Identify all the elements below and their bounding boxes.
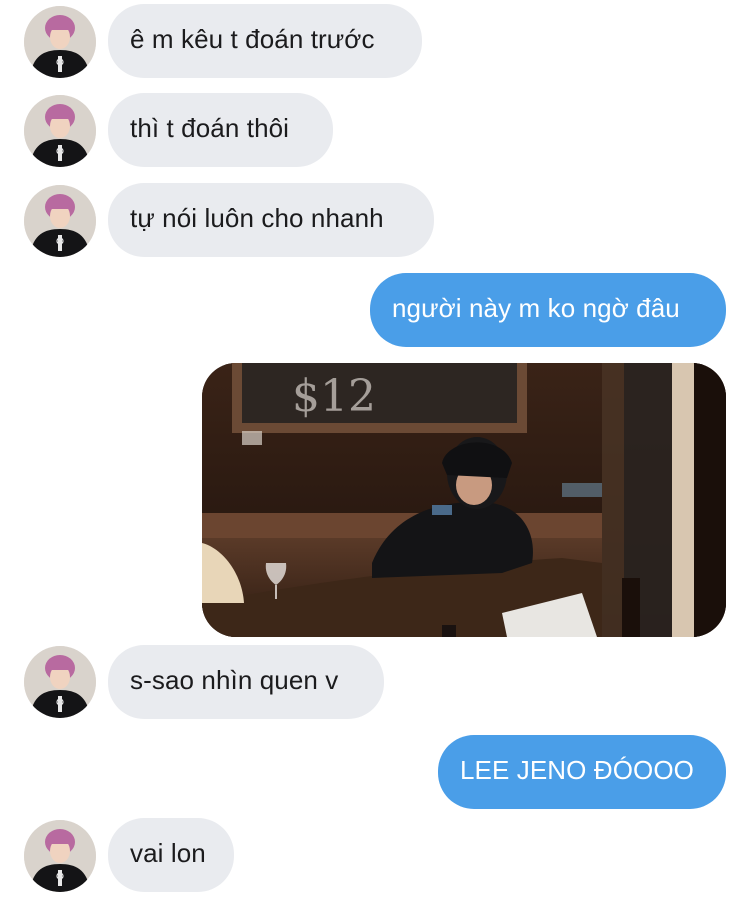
message-text: vai lon (130, 838, 206, 868)
message-text: ê m kêu t đoán trước (130, 24, 375, 54)
message-bubble-incoming[interactable]: vai lon (108, 818, 234, 892)
sender-avatar[interactable] (24, 95, 96, 167)
message-text: người này m ko ngờ đâu (392, 293, 680, 323)
chalkboard-text: $12 (292, 371, 376, 422)
message-text: tự nói luôn cho nhanh (130, 203, 384, 233)
message-text: LEE JENO ĐÓOOO (460, 755, 695, 785)
sender-avatar-partial (24, 902, 96, 908)
message-bubble-incoming[interactable]: s-sao nhìn quen v (108, 645, 384, 719)
sender-avatar[interactable] (24, 646, 96, 718)
message-bubble-outgoing[interactable]: người này m ko ngờ đâu (370, 273, 726, 347)
message-bubble-incoming[interactable]: thì t đoán thôi (108, 93, 333, 167)
message-bubble-incoming[interactable]: ê m kêu t đoán trước (108, 4, 422, 78)
message-photo[interactable]: $12 (202, 363, 726, 637)
message-bubble-outgoing[interactable]: LEE JENO ĐÓOOO (438, 735, 726, 809)
sender-avatar[interactable] (24, 6, 96, 78)
chat-thread: ê m kêu t đoán trước thì t đoán thôi tự … (0, 0, 750, 908)
message-text: s-sao nhìn quen v (130, 665, 339, 695)
message-text: thì t đoán thôi (130, 113, 290, 143)
sender-avatar[interactable] (24, 820, 96, 892)
message-bubble-incoming[interactable]: tự nói luôn cho nhanh (108, 183, 434, 257)
sender-avatar[interactable] (24, 185, 96, 257)
